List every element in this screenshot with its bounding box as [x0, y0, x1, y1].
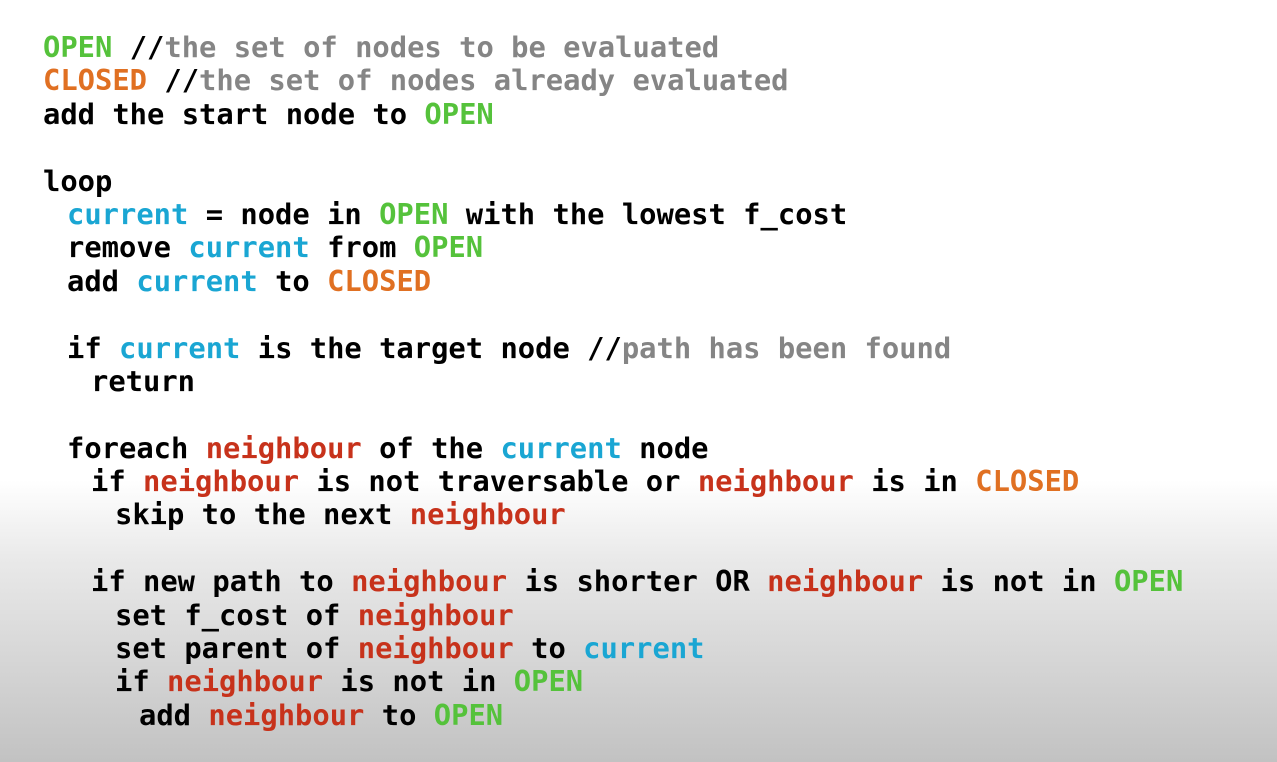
open-token: OPEN	[1113, 564, 1184, 599]
code-text: node	[621, 430, 709, 465]
neighbour-token: neighbour	[205, 430, 362, 465]
current-token: current	[188, 230, 310, 265]
neighbour-token: neighbour	[208, 697, 365, 732]
code-text: return	[91, 363, 196, 398]
code-text: is not in	[323, 664, 514, 699]
code-text: is in	[853, 464, 976, 499]
code-line: loop	[43, 163, 1183, 198]
neighbour-token: neighbour	[351, 564, 508, 599]
code-text: is not in	[923, 564, 1114, 599]
code-line: set f_cost of neighbour	[43, 597, 1183, 632]
code-line: OPEN //the set of nodes to be evaluated	[43, 30, 1183, 64]
code-line: add current to CLOSED	[43, 263, 1183, 298]
code-line: set parent of neighbour to current	[43, 631, 1183, 666]
neighbour-token: neighbour	[143, 464, 300, 499]
code-text: set parent of	[115, 631, 358, 666]
closed-token: CLOSED	[327, 263, 432, 298]
current-token: current	[67, 196, 189, 231]
comment-token: the set of nodes already evaluated	[199, 63, 789, 98]
code-line: CLOSED //the set of nodes already evalua…	[43, 64, 1183, 97]
code-text: if new path to	[91, 564, 352, 599]
code-line: if neighbour is not traversable or neigh…	[43, 464, 1183, 499]
code-text: if	[115, 664, 168, 699]
code-text: to	[513, 631, 584, 666]
pseudocode-block: OPEN //the set of nodes to be evaluated C…	[43, 30, 1183, 732]
neighbour-token: neighbour	[409, 497, 566, 532]
closed-token: CLOSED	[43, 63, 148, 98]
code-text: //	[112, 30, 165, 64]
code-text: set f_cost of	[115, 597, 358, 632]
current-token: current	[583, 631, 705, 666]
open-token: OPEN	[433, 697, 504, 732]
neighbour-token: neighbour	[697, 464, 854, 499]
code-text: with the lowest f_cost	[448, 196, 848, 231]
code-text: = node in	[188, 196, 380, 231]
current-token: current	[119, 330, 241, 365]
open-token: OPEN	[424, 96, 494, 131]
code-text: skip to the next	[115, 497, 410, 532]
open-token: OPEN	[513, 664, 584, 699]
comment-token: path has been found	[621, 330, 952, 365]
neighbour-token: neighbour	[357, 631, 514, 666]
code-text: to	[257, 263, 328, 298]
code-text: add	[139, 697, 209, 732]
code-line: skip to the next neighbour	[43, 498, 1183, 531]
code-text: add	[67, 263, 137, 298]
code-line: add the start node to OPEN	[43, 96, 1183, 131]
neighbour-token: neighbour	[357, 597, 514, 632]
code-text: remove	[67, 230, 189, 265]
code-line: if current is the target node //path has…	[43, 330, 1183, 365]
code-text: is shorter OR	[507, 564, 768, 599]
code-line: remove current from OPEN	[43, 231, 1183, 264]
code-text: from	[309, 230, 414, 265]
code-line: foreach neighbour of the current node	[43, 430, 1183, 465]
current-token: current	[136, 263, 258, 298]
code-text: loop	[43, 163, 113, 198]
code-line: current = node in OPEN with the lowest f…	[43, 196, 1183, 231]
code-text: if	[91, 464, 144, 499]
closed-token: CLOSED	[975, 464, 1080, 499]
current-token: current	[500, 430, 622, 465]
code-text: of the	[361, 430, 501, 465]
code-text: to	[364, 697, 434, 732]
code-text: foreach	[67, 430, 206, 465]
open-token: OPEN	[379, 196, 449, 231]
code-text: add the start node to	[43, 96, 425, 131]
code-line: if neighbour is not in OPEN	[43, 665, 1183, 698]
code-text: //	[147, 63, 200, 98]
comment-token: the set of nodes to be evaluated	[164, 30, 720, 64]
code-line: add neighbour to OPEN	[43, 697, 1183, 732]
neighbour-token: neighbour	[167, 664, 324, 699]
code-line: return	[43, 363, 1183, 398]
code-text: is the target node //	[240, 330, 622, 365]
code-text: is not traversable or	[299, 464, 698, 499]
neighbour-token: neighbour	[767, 564, 924, 599]
code-line: if new path to neighbour is shorter OR n…	[43, 565, 1183, 598]
open-token: OPEN	[43, 30, 113, 64]
open-token: OPEN	[413, 230, 484, 265]
code-text: if	[67, 330, 120, 365]
